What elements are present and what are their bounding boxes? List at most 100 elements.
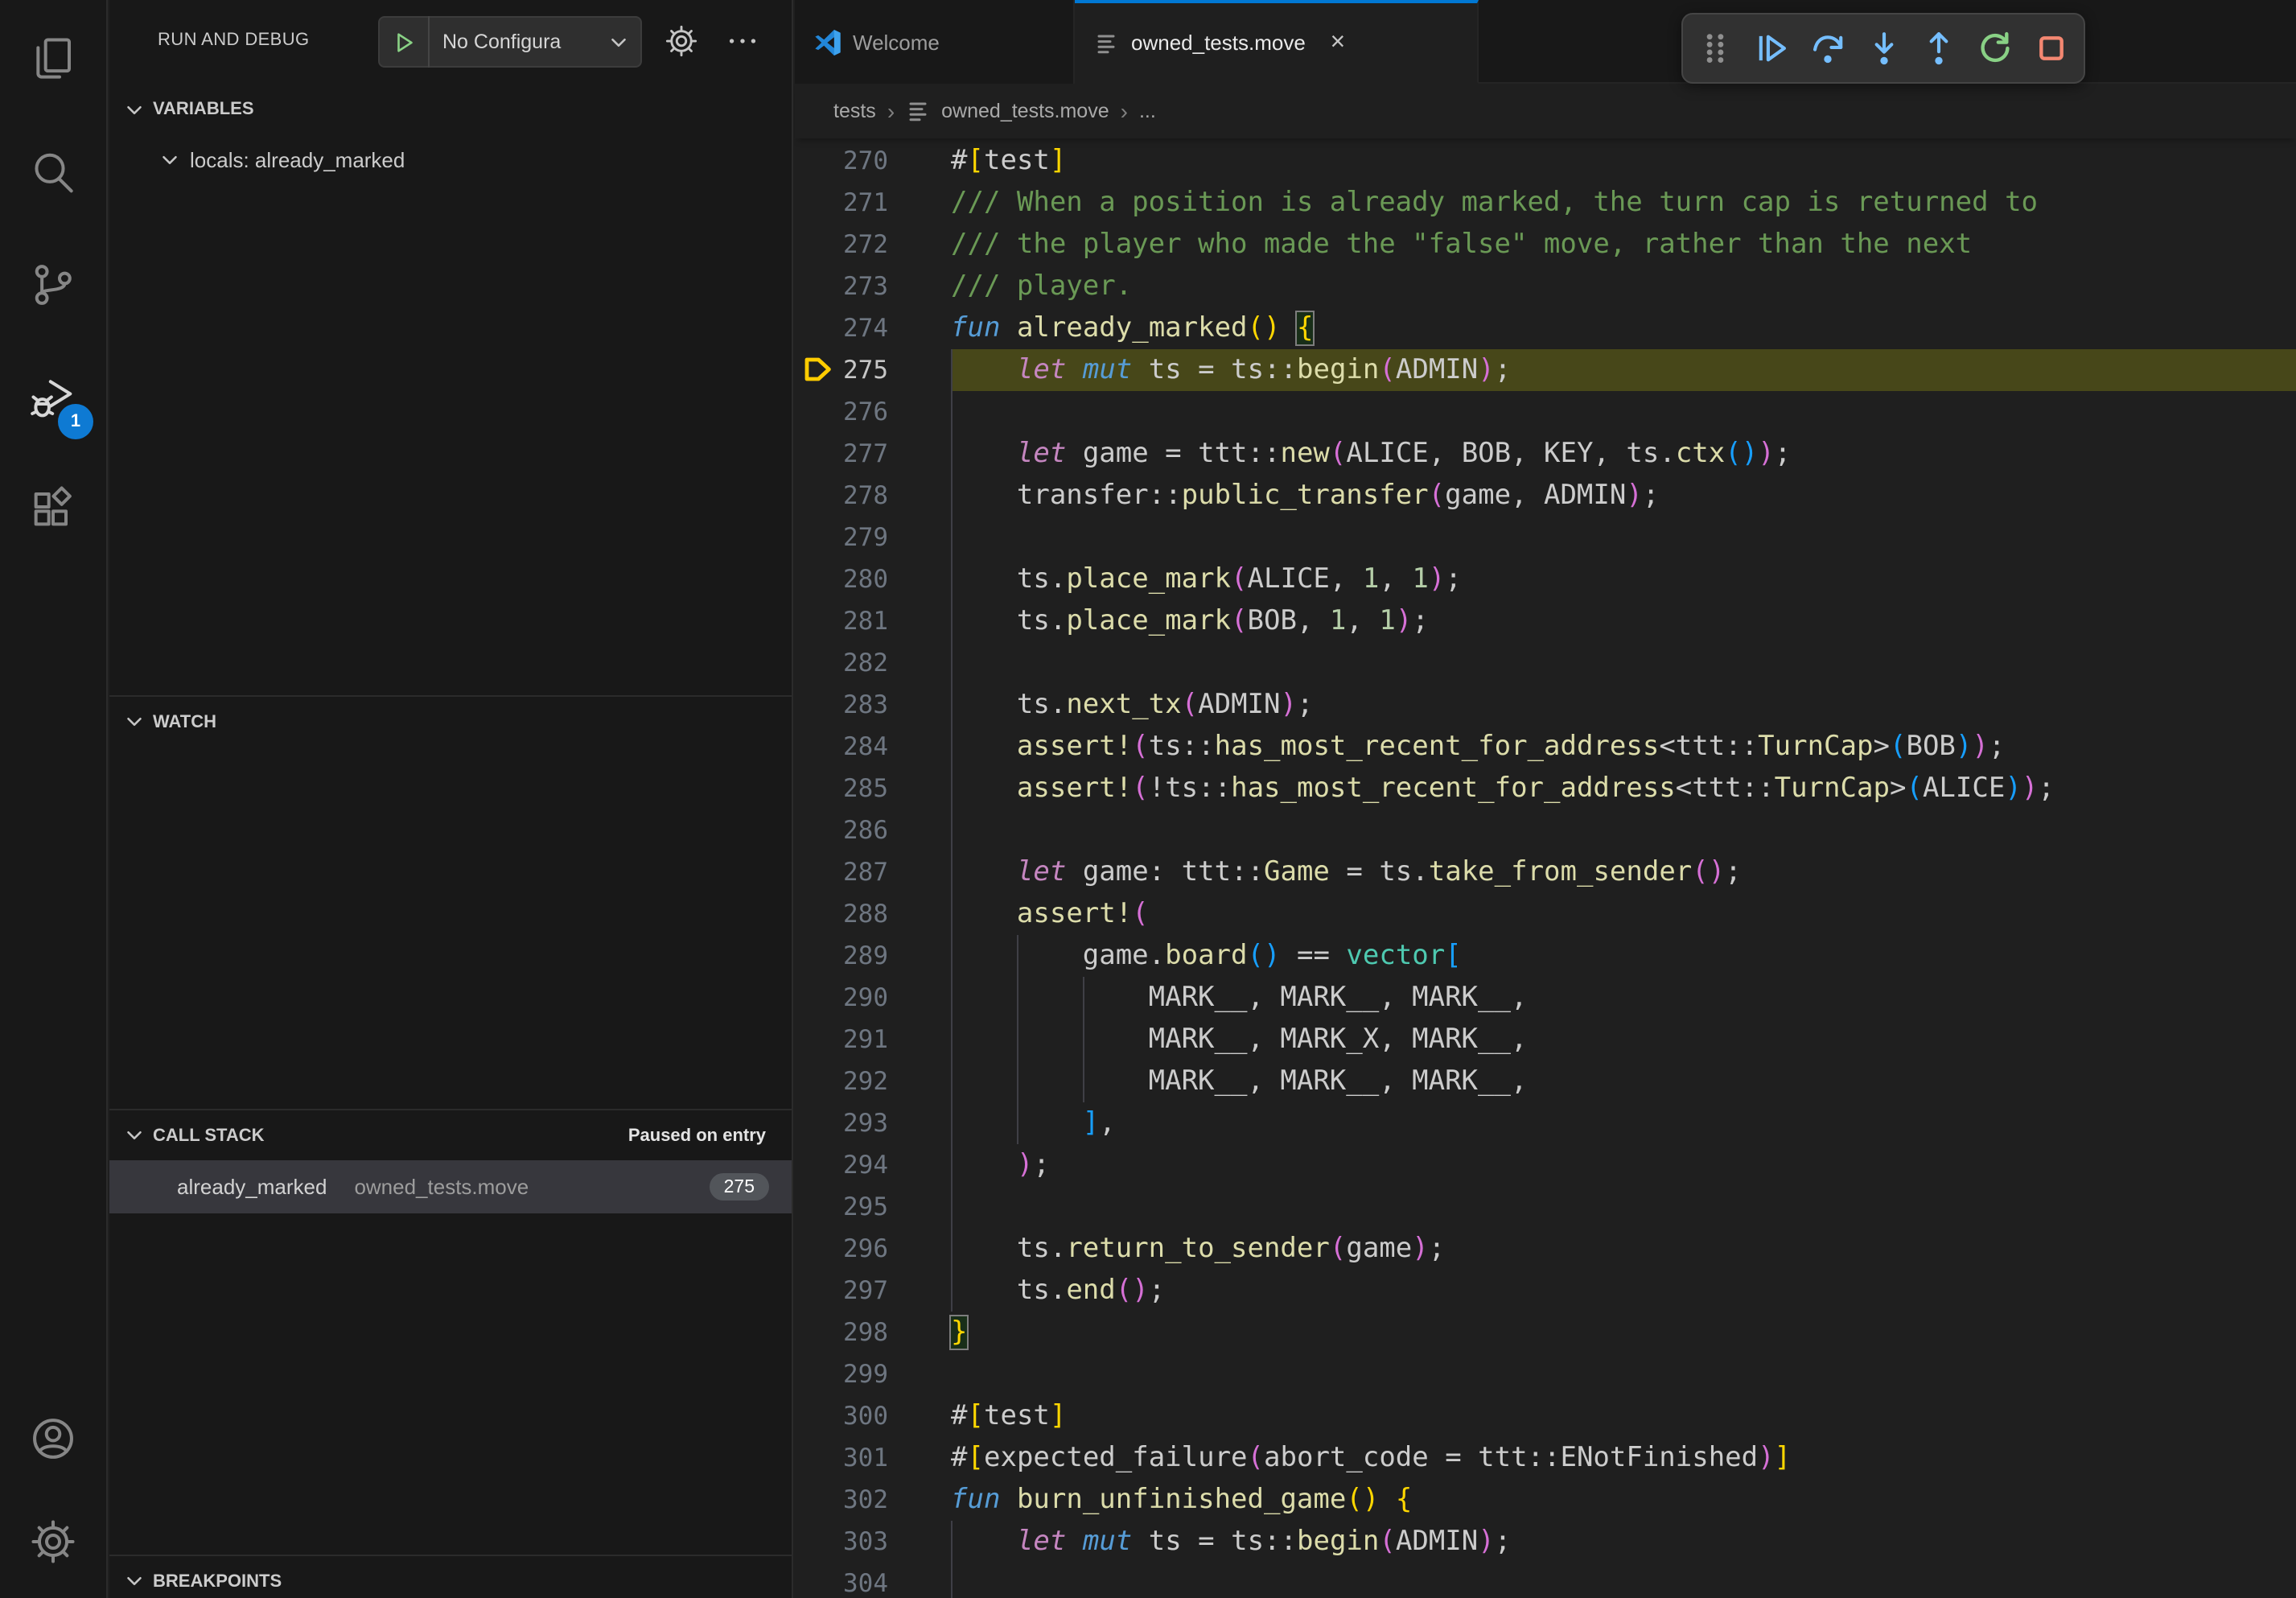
code-content[interactable]: MARK__, MARK__, MARK__, (951, 977, 2296, 1019)
start-debug-icon[interactable] (380, 30, 428, 54)
code-content[interactable]: ); (951, 1144, 2296, 1186)
code-content[interactable] (951, 391, 2296, 433)
tab-owned-tests-move[interactable]: owned_tests.move× (1075, 0, 1479, 84)
tab-welcome[interactable]: Welcome (795, 0, 1075, 84)
account-icon[interactable] (0, 1389, 106, 1489)
code-content[interactable]: /// the player who made the "false" move… (951, 224, 2296, 266)
variables-scope-locals[interactable]: locals: already_marked (109, 135, 792, 185)
gutter[interactable]: 275 (795, 349, 951, 391)
gutter[interactable]: 294 (795, 1144, 951, 1186)
settings-gear-icon[interactable] (663, 23, 700, 60)
gutter[interactable]: 271 (795, 182, 951, 224)
gutter[interactable]: 276 (795, 391, 951, 433)
code-content[interactable]: let mut ts = ts::begin(ADMIN); (951, 1521, 2296, 1563)
source-control-icon[interactable] (0, 235, 106, 335)
gutter[interactable]: 301 (795, 1437, 951, 1479)
gutter[interactable]: 297 (795, 1270, 951, 1312)
code-content[interactable]: #[expected_failure(abort_code = ttt::ENo… (951, 1437, 2296, 1479)
code-content[interactable]: assert!( (951, 893, 2296, 935)
code-content[interactable]: let mut ts = ts::begin(ADMIN); (951, 349, 2296, 391)
gutter[interactable]: 302 (795, 1479, 951, 1521)
step-out-button[interactable] (1915, 24, 1964, 72)
step-into-button[interactable] (1859, 24, 1907, 72)
section-breakpoints-header[interactable]: BREAKPOINTS (109, 1555, 792, 1598)
gutter[interactable]: 304 (795, 1563, 951, 1598)
run-and-debug-icon[interactable]: 1 (0, 348, 106, 447)
gutter[interactable]: 292 (795, 1061, 951, 1102)
more-actions-icon[interactable] (724, 23, 761, 60)
code-content[interactable] (951, 1563, 2296, 1598)
restart-button[interactable] (1972, 24, 2020, 72)
code-content[interactable]: /// player. (951, 266, 2296, 307)
code-content[interactable]: } (951, 1312, 2296, 1353)
code-content[interactable]: fun already_marked() { (951, 307, 2296, 349)
gutter[interactable]: 270 (795, 140, 951, 182)
code-content[interactable]: ts.place_mark(ALICE, 1, 1); (951, 558, 2296, 600)
gutter[interactable]: 272 (795, 224, 951, 266)
gutter[interactable]: 291 (795, 1019, 951, 1061)
code-content[interactable]: ], (951, 1102, 2296, 1144)
gutter[interactable]: 279 (795, 517, 951, 558)
code-content[interactable]: assert!(ts::has_most_recent_for_address<… (951, 726, 2296, 768)
code-content[interactable]: assert!(!ts::has_most_recent_for_address… (951, 768, 2296, 809)
gutter[interactable]: 287 (795, 851, 951, 893)
gutter[interactable]: 284 (795, 726, 951, 768)
breadcrumb-part[interactable]: owned_tests.move (941, 100, 1109, 122)
gutter[interactable]: 298 (795, 1312, 951, 1353)
code-content[interactable]: #[test] (951, 1395, 2296, 1437)
code-content[interactable]: ts.next_tx(ADMIN); (951, 684, 2296, 726)
extensions-icon[interactable] (0, 460, 106, 560)
breadcrumb-part[interactable]: ... (1139, 100, 1156, 122)
breadcrumb-part[interactable]: tests (833, 100, 876, 122)
gutter[interactable]: 278 (795, 475, 951, 517)
gutter[interactable]: 293 (795, 1102, 951, 1144)
gutter[interactable]: 295 (795, 1186, 951, 1228)
gutter[interactable]: 290 (795, 977, 951, 1019)
code-content[interactable] (951, 1186, 2296, 1228)
code-content[interactable]: game.board() == vector[ (951, 935, 2296, 977)
gutter[interactable]: 286 (795, 809, 951, 851)
code-content[interactable] (951, 642, 2296, 684)
gutter[interactable]: 283 (795, 684, 951, 726)
code-content[interactable]: #[test] (951, 140, 2296, 182)
drag-handle[interactable] (1691, 24, 1739, 72)
debug-config-dropdown[interactable]: No Configura (378, 16, 642, 68)
continue-button[interactable] (1747, 24, 1796, 72)
gutter[interactable]: 285 (795, 768, 951, 809)
gutter[interactable]: 282 (795, 642, 951, 684)
gutter[interactable]: 281 (795, 600, 951, 642)
code-content[interactable]: ts.return_to_sender(game); (951, 1228, 2296, 1270)
code-content[interactable]: MARK__, MARK_X, MARK__, (951, 1019, 2296, 1061)
code-content[interactable]: let game = ttt::new(ALICE, BOB, KEY, ts.… (951, 433, 2296, 475)
gutter[interactable]: 274 (795, 307, 951, 349)
gutter[interactable]: 300 (795, 1395, 951, 1437)
section-watch-header[interactable]: WATCH (109, 695, 792, 747)
code-editor[interactable]: 270#[test]271/// When a position is alre… (795, 140, 2296, 1598)
code-content[interactable] (951, 809, 2296, 851)
section-variables-header[interactable]: VARIABLES (109, 84, 792, 135)
section-call-stack-header[interactable]: CALL STACK Paused on entry (109, 1109, 792, 1160)
close-icon[interactable]: × (1325, 30, 1351, 56)
settings-icon[interactable] (0, 1492, 106, 1592)
gutter[interactable]: 303 (795, 1521, 951, 1563)
code-content[interactable]: let game: ttt::Game = ts.take_from_sende… (951, 851, 2296, 893)
search-icon[interactable] (0, 124, 106, 224)
step-over-button[interactable] (1803, 24, 1851, 72)
gutter[interactable]: 299 (795, 1353, 951, 1395)
gutter[interactable]: 280 (795, 558, 951, 600)
gutter[interactable]: 289 (795, 935, 951, 977)
explorer-icon[interactable] (0, 10, 106, 109)
code-content[interactable]: transfer::public_transfer(game, ADMIN); (951, 475, 2296, 517)
code-content[interactable]: ts.end(); (951, 1270, 2296, 1312)
gutter[interactable]: 273 (795, 266, 951, 307)
stop-button[interactable] (2027, 24, 2076, 72)
code-content[interactable]: fun burn_unfinished_game() { (951, 1479, 2296, 1521)
code-content[interactable] (951, 517, 2296, 558)
code-content[interactable]: MARK__, MARK__, MARK__, (951, 1061, 2296, 1102)
gutter[interactable]: 296 (795, 1228, 951, 1270)
code-content[interactable]: ts.place_mark(BOB, 1, 1); (951, 600, 2296, 642)
code-content[interactable] (951, 1353, 2296, 1395)
call-stack-frame[interactable]: already_marked owned_tests.move 275 (109, 1160, 792, 1213)
gutter[interactable]: 288 (795, 893, 951, 935)
code-content[interactable]: /// When a position is already marked, t… (951, 182, 2296, 224)
